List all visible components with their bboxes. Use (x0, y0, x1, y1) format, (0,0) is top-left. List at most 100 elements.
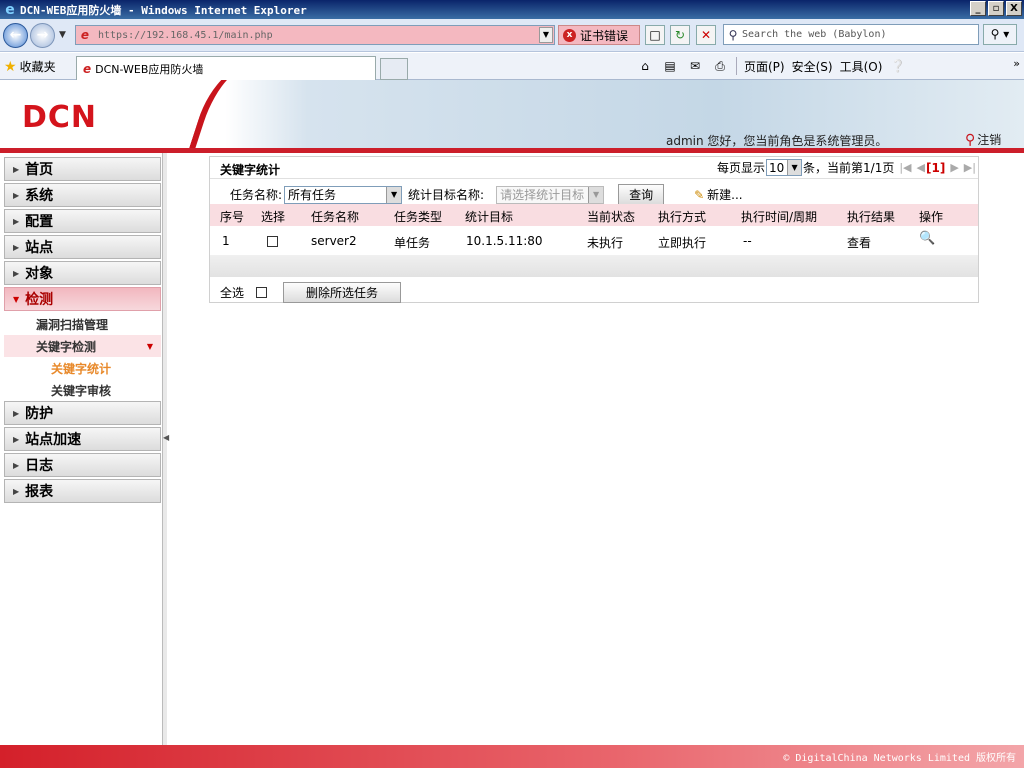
search-go-button[interactable]: ⚲ ▾ (983, 24, 1017, 45)
refresh-icon[interactable]: ↻ (670, 25, 690, 45)
task-name-select[interactable]: 所有任务 ▼ (284, 185, 403, 204)
prev-page-icon[interactable]: ◀ (917, 161, 925, 174)
sidebar-item-home[interactable]: ▶ 首页 (4, 157, 161, 181)
expand-arrow-icon: ▶ (13, 434, 20, 444)
address-bar[interactable]: e https://192.168.45.1/main.php ▼ (75, 25, 555, 45)
print-icon[interactable]: ⎙ (711, 59, 729, 74)
col-action: 操作 (919, 210, 944, 224)
browser-window: e DCN-WEB应用防火墙 - Windows Internet Explor… (0, 0, 1024, 768)
forward-button[interactable]: → (30, 23, 55, 48)
task-name-value: 所有任务 (288, 188, 337, 202)
sidebar-sub-keyword-audit[interactable]: 关键字审核 (4, 379, 161, 401)
key-icon: ⚲ (965, 131, 976, 148)
compatibility-icon[interactable]: □ (645, 25, 665, 45)
sidebar-item-config[interactable]: ▶ 配置 (4, 209, 161, 233)
sidebar-item-site[interactable]: ▶ 站点 (4, 235, 161, 259)
table-spacer (210, 255, 978, 277)
sidebar-item-label: 日志 (25, 458, 54, 474)
collapse-arrow-icon[interactable]: ◀ (163, 433, 169, 442)
sidebar-item-site-accel[interactable]: ▶ 站点加速 (4, 427, 161, 451)
expand-arrow-icon: ▶ (13, 190, 20, 200)
delete-selected-button[interactable]: 删除所选任务 (283, 282, 402, 303)
query-button[interactable]: 查询 (618, 184, 665, 205)
sidebar-item-report[interactable]: ▶ 报表 (4, 479, 161, 503)
logout-link[interactable]: ⚲ 注销 (965, 131, 1001, 148)
keyword-stats-panel: 关键字统计 每页显示 10 ▼ 条，当前第1/1页 |◀ ◀ [1] ▶ ▶| … (209, 156, 979, 303)
sidebar-item-protect[interactable]: ▶ 防护 (4, 401, 161, 425)
panel-header: 关键字统计 每页显示 10 ▼ 条，当前第1/1页 |◀ ◀ [1] ▶ ▶| (210, 157, 978, 179)
target-select[interactable]: 请选择统计目标 ▼ (496, 185, 605, 204)
row-checkbox[interactable] (267, 236, 278, 247)
row-target: 10.1.5.11:80 (466, 234, 543, 248)
view-detail-icon[interactable]: 🔍 (919, 231, 937, 247)
chevron-more-icon[interactable]: » (1013, 57, 1020, 70)
per-page-select[interactable]: 10 ▼ (766, 159, 803, 176)
pager: 每页显示 10 ▼ 条，当前第1/1页 |◀ ◀ [1] ▶ ▶| (717, 159, 976, 176)
chevron-down-icon: ▼ (787, 160, 802, 175)
current-page[interactable]: [1] (926, 161, 945, 175)
tab-title: DCN-WEB应用防火墙 (95, 62, 204, 76)
row-result[interactable]: 查看 (847, 234, 871, 251)
first-page-icon[interactable]: |◀ (899, 161, 911, 174)
expand-arrow-icon: ▶ (13, 486, 20, 496)
search-box[interactable]: ⚲ Search the web (Babylon) (723, 24, 979, 45)
minimize-button[interactable]: _ (970, 1, 986, 16)
help-icon[interactable]: ❔ (889, 59, 907, 73)
mail-icon[interactable]: ✉ (686, 59, 704, 73)
sidebar-item-label: 检测 (25, 292, 54, 308)
page-info: 条，当前第1/1页 (803, 161, 895, 175)
sidebar-splitter[interactable]: ◀ (162, 153, 169, 745)
address-url[interactable]: https://192.168.45.1/main.php (94, 30, 539, 41)
window-controls: _ ▫ X (970, 1, 1022, 16)
safety-menu[interactable]: 安全(S) (792, 58, 833, 75)
page-header: DCN admin 您好，您当前角色是系统管理员。 ⚲ 注销 (0, 80, 1024, 152)
copyright-text: © DigitalChina Networks Limited 版权所有 (783, 753, 1016, 764)
row-index: 1 (222, 234, 230, 248)
sidebar-item-system[interactable]: ▶ 系统 (4, 183, 161, 207)
back-button[interactable]: ← (3, 23, 28, 48)
chevron-down-icon: ▼ (386, 186, 402, 203)
select-all-checkbox[interactable] (256, 287, 268, 298)
feeds-icon[interactable]: ▤ (661, 59, 679, 73)
history-dropdown-icon[interactable]: ▼ (59, 30, 66, 40)
certificate-error-label: 证书错误 (580, 28, 629, 43)
sidebar-item-label: 站点加速 (25, 432, 82, 448)
stop-icon[interactable]: ✕ (696, 25, 716, 45)
edit-icon: ✎ (694, 187, 705, 202)
col-mode: 执行方式 (658, 210, 707, 224)
panel-title: 关键字统计 (220, 163, 281, 177)
page-footer: © DigitalChina Networks Limited 版权所有 (0, 745, 1024, 768)
expand-arrow-icon: ▶ (13, 216, 20, 226)
row-task-type: 单任务 (394, 236, 431, 250)
per-page-value: 10 (769, 160, 785, 175)
certificate-error-button[interactable]: x 证书错误 (558, 25, 640, 45)
sidebar-item-label: 系统 (25, 188, 54, 204)
command-separator (736, 57, 737, 75)
last-page-icon[interactable]: ▶| (964, 161, 976, 174)
close-button[interactable]: X (1006, 1, 1022, 16)
sidebar-sub-keyword-detect[interactable]: 关键字检测 ▼ (4, 335, 161, 357)
favorites-button[interactable]: ★ 收藏夹 (4, 58, 56, 75)
shield-error-icon: x (563, 28, 576, 42)
browser-tab[interactable]: e DCN-WEB应用防火墙 (76, 56, 376, 80)
sidebar-sub-keyword-stats[interactable]: 关键字统计 (4, 357, 161, 379)
welcome-text: admin 您好，您当前角色是系统管理员。 (666, 134, 888, 148)
address-toolbar: ← → ▼ e https://192.168.45.1/main.php ▼ … (0, 19, 1024, 52)
sidebar-item-detect[interactable]: ▼ 检测 (4, 287, 161, 311)
col-time: 执行时间/周期 (741, 210, 818, 224)
sidebar-item-label: 对象 (25, 266, 54, 282)
address-dropdown-icon[interactable]: ▼ (539, 27, 553, 43)
sidebar-item-object[interactable]: ▶ 对象 (4, 261, 161, 285)
new-tab-button[interactable] (380, 58, 408, 80)
tools-menu[interactable]: 工具(O) (840, 58, 883, 75)
home-icon[interactable]: ⌂ (636, 59, 654, 73)
col-result: 执行结果 (847, 210, 896, 224)
sidebar-item-log[interactable]: ▶ 日志 (4, 453, 161, 477)
expand-arrow-icon: ▶ (13, 268, 20, 278)
sidebar-item-label: 配置 (25, 214, 54, 230)
sidebar-sub-vuln-scan[interactable]: 漏洞扫描管理 (4, 313, 161, 335)
page-menu[interactable]: 页面(P) (744, 58, 785, 75)
new-task-button[interactable]: ✎ 新建... (694, 186, 743, 203)
next-page-icon[interactable]: ▶ (950, 161, 958, 174)
maximize-button[interactable]: ▫ (988, 1, 1004, 16)
